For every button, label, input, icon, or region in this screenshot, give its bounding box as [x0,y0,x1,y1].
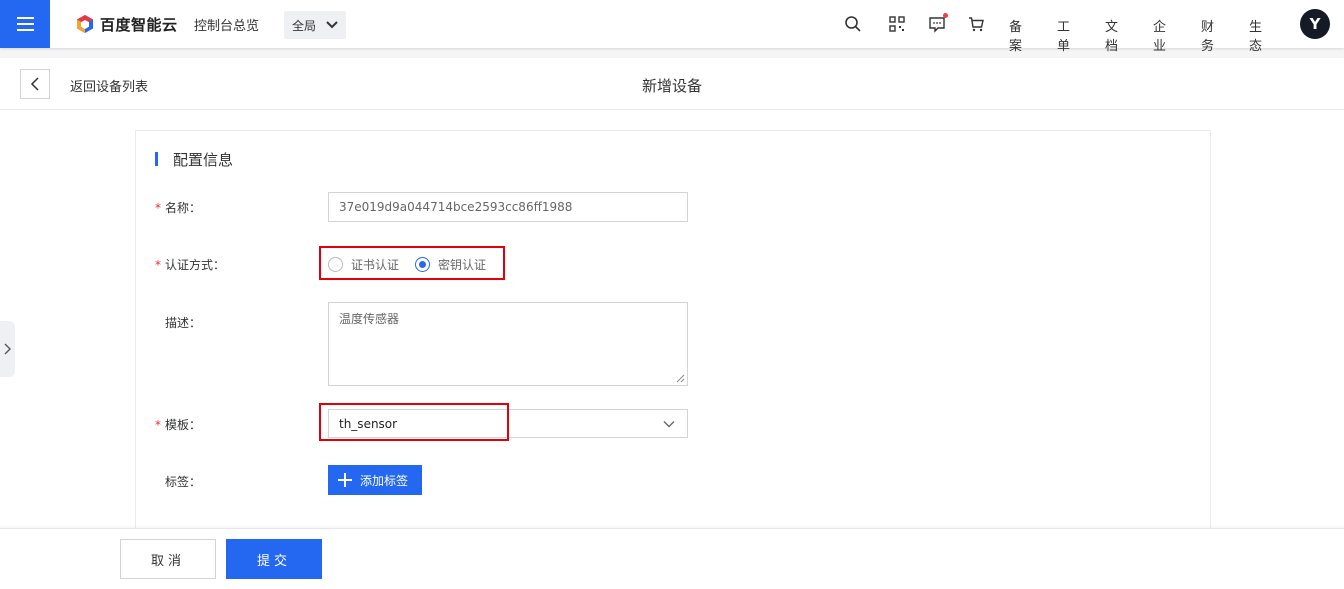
region-label: 全局 [292,18,317,33]
qr-code-icon[interactable] [887,14,907,34]
auth-method-label-text: 认证方式： [165,258,226,272]
page-title: 新增设备 [641,77,702,95]
nav-link-filing[interactable]: 备案 [1009,16,1022,54]
description-label: 描述： [165,316,202,330]
section-header: 配置信息 [155,150,234,169]
auth-method-radio-group: 证书认证 密钥认证 [328,254,502,274]
console-overview-link[interactable]: 控制台总览 [194,15,259,34]
submit-button[interactable]: 提交 [226,539,322,579]
radio-checked-icon[interactable] [415,256,431,272]
auth-method-label: * 认证方式： [155,256,225,273]
name-label: * 名称： [155,199,201,216]
form-footer: 取消 提交 [0,528,1344,589]
tags-label: 标签： [165,475,202,489]
radio-label-key: 密钥认证 [438,257,487,272]
nav-link-tickets[interactable]: 工单 [1057,16,1070,54]
add-tag-label: 添加标签 [360,473,409,488]
radio-certificate-auth[interactable]: 证书认证 [328,256,399,273]
description-textarea[interactable]: 温度传感器 [328,302,688,386]
sidebar-expand-toggle[interactable] [0,321,15,377]
nav-link-enterprise[interactable]: 企业 [1153,16,1166,54]
hamburger-menu-icon[interactable] [0,0,50,48]
cancel-button[interactable]: 取消 [120,539,216,579]
nav-link-finance[interactable]: 财务 [1201,16,1214,54]
top-navigation-bar: 百度智能云 控制台总览 全局 备案 工单 文档 企业 财务 生态 Y [0,0,1344,54]
add-tag-button[interactable]: 添加标签 [328,465,422,495]
plus-icon [338,473,352,487]
chevron-down-icon [663,421,675,428]
template-label-text: 模板： [165,418,202,432]
nav-link-docs[interactable]: 文档 [1105,16,1118,54]
section-title: 配置信息 [173,150,234,169]
name-input[interactable]: 37e019d9a044714bce2593cc86ff1988 [328,192,688,222]
notification-dot [943,13,948,18]
required-asterisk: * [155,201,161,215]
user-avatar[interactable]: Y [1300,9,1330,39]
radio-label-certificate: 证书认证 [351,257,400,272]
search-icon[interactable] [843,14,863,34]
template-label: * 模板： [155,416,201,433]
brand-logo[interactable]: 百度智能云 [75,12,178,36]
resize-handle-icon[interactable] [676,374,685,383]
nav-link-ecosystem[interactable]: 生态 [1249,16,1262,54]
required-asterisk: * [155,418,161,432]
region-selector[interactable]: 全局 [284,11,346,39]
section-accent-bar [155,152,158,166]
name-input-value: 37e019d9a044714bce2593cc86ff1988 [339,200,573,214]
chevron-right-icon [4,343,11,355]
page-header: 返回设备列表 新增设备 [0,58,1344,110]
template-select[interactable]: th_sensor [328,409,688,438]
description-value: 温度传感器 [339,312,400,326]
radio-unchecked-icon[interactable] [328,256,343,272]
shopping-cart-icon[interactable] [966,14,986,34]
required-asterisk: * [155,258,161,272]
cloud-logo-icon [77,15,93,33]
radio-key-auth[interactable]: 密钥认证 [415,256,486,273]
chevron-down-icon [326,21,338,29]
name-label-text: 名称： [165,201,202,215]
message-icon[interactable] [927,13,948,34]
template-selected-value: th_sensor [339,416,398,431]
brand-name: 百度智能云 [100,15,178,34]
